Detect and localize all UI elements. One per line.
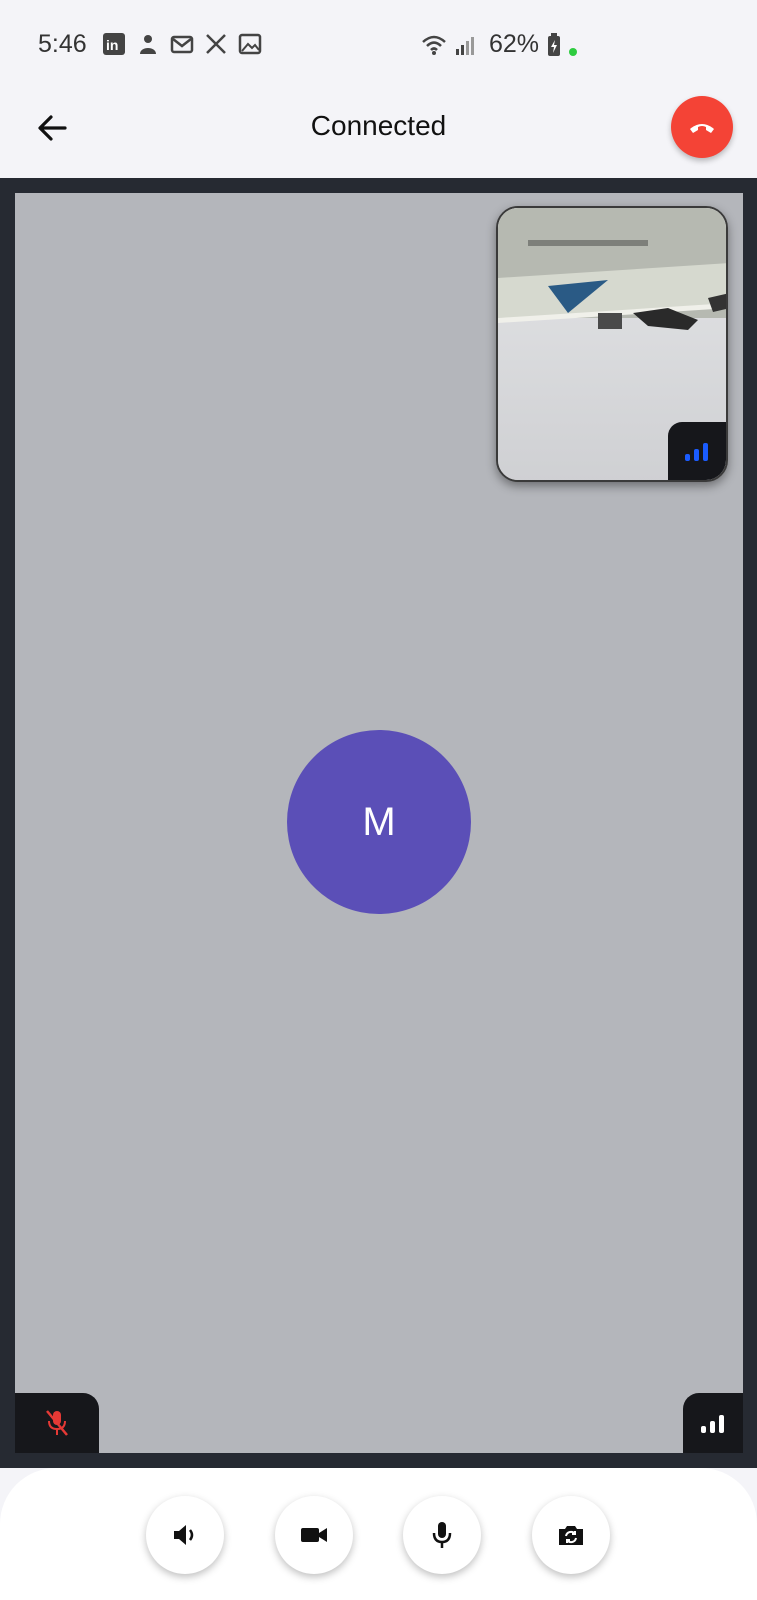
status-time: 5:46 bbox=[38, 30, 87, 58]
mic-off-icon bbox=[46, 1410, 68, 1436]
notification-icons: in bbox=[102, 32, 262, 56]
remote-video[interactable]: M bbox=[15, 193, 743, 1453]
switch-camera-button[interactable] bbox=[532, 1496, 610, 1574]
signal-bars-icon bbox=[685, 443, 708, 461]
wifi-icon bbox=[421, 34, 447, 56]
camera-switch-icon bbox=[559, 1526, 583, 1545]
speaker-icon bbox=[174, 1525, 194, 1545]
app-bar: Connected bbox=[0, 90, 757, 178]
page-title: Connected bbox=[310, 110, 447, 141]
app-icon bbox=[136, 32, 160, 56]
status-right: 62% bbox=[421, 30, 577, 59]
svg-text:in: in bbox=[106, 37, 118, 53]
signal-icon bbox=[455, 34, 477, 56]
privacy-indicator bbox=[569, 47, 577, 56]
local-network-badge bbox=[668, 422, 726, 480]
mail-icon bbox=[170, 32, 194, 56]
battery-text: 62% bbox=[488, 30, 539, 58]
x-icon bbox=[204, 32, 228, 56]
end-call-button[interactable] bbox=[671, 96, 733, 158]
remote-mic-status bbox=[15, 1393, 99, 1453]
battery-icon bbox=[547, 32, 561, 57]
linkedin-icon: in bbox=[102, 32, 126, 56]
call-stage: M bbox=[0, 178, 757, 1468]
microphone-icon bbox=[432, 1522, 452, 1548]
local-video-preview[interactable] bbox=[496, 206, 728, 482]
speaker-button[interactable] bbox=[146, 1496, 224, 1574]
microphone-button[interactable] bbox=[403, 1496, 481, 1574]
avatar: M bbox=[287, 730, 471, 914]
video-camera-icon bbox=[301, 1528, 327, 1542]
status-bar: 5:46 in 62% bbox=[0, 0, 757, 90]
gallery-icon bbox=[238, 32, 262, 56]
remote-network-badge bbox=[683, 1393, 743, 1453]
signal-bars-icon bbox=[701, 1415, 724, 1433]
camera-toggle-button[interactable] bbox=[275, 1496, 353, 1574]
phone-hangup-icon bbox=[690, 124, 714, 133]
call-controls bbox=[0, 1468, 757, 1600]
